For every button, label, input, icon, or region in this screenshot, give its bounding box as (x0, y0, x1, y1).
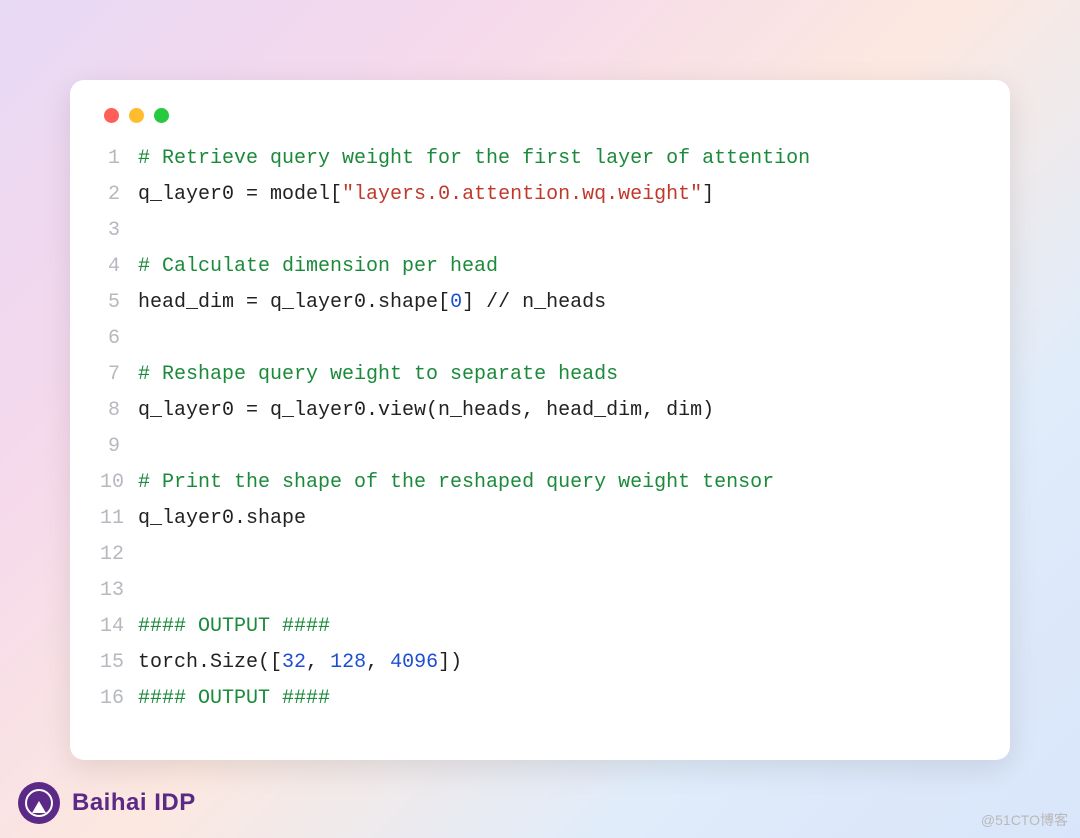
line-content: #### OUTPUT #### (138, 681, 330, 717)
token-plain: q_layer0.shape (138, 507, 306, 530)
minimize-dot-icon (129, 108, 144, 123)
line-content: q_layer0 = q_layer0.view(n_heads, head_d… (138, 393, 714, 429)
code-block: 1# Retrieve query weight for the first l… (100, 141, 980, 717)
line-number: 9 (100, 429, 138, 465)
token-plain: ] // n_heads (462, 291, 606, 314)
token-comment: # Calculate dimension per head (138, 255, 498, 278)
code-line: 10# Print the shape of the reshaped quer… (100, 465, 980, 501)
line-content: # Reshape query weight to separate heads (138, 357, 618, 393)
code-line: 9 (100, 429, 980, 465)
line-content: # Print the shape of the reshaped query … (138, 465, 774, 501)
line-number: 11 (100, 501, 138, 537)
token-num: 128 (330, 651, 366, 674)
code-line: 6 (100, 321, 980, 357)
code-line: 7# Reshape query weight to separate head… (100, 357, 980, 393)
line-number: 10 (100, 465, 138, 501)
line-number: 13 (100, 573, 138, 609)
line-number: 15 (100, 645, 138, 681)
watermark-text: @51CTO博客 (981, 810, 1068, 830)
token-plain: head_dim = q_layer0.shape[ (138, 291, 450, 314)
token-plain: , (366, 651, 390, 674)
token-comment: # Reshape query weight to separate heads (138, 363, 618, 386)
line-number: 12 (100, 537, 138, 573)
brand-logo-icon (18, 782, 60, 824)
code-line: 11q_layer0.shape (100, 501, 980, 537)
token-plain: q_layer0 = model[ (138, 183, 342, 206)
line-number: 1 (100, 141, 138, 177)
token-num: 4096 (390, 651, 438, 674)
code-line: 3 (100, 213, 980, 249)
line-number: 4 (100, 249, 138, 285)
line-number: 8 (100, 393, 138, 429)
code-line: 15torch.Size([32, 128, 4096]) (100, 645, 980, 681)
code-line: 12 (100, 537, 980, 573)
token-plain: torch.Size([ (138, 651, 282, 674)
line-number: 2 (100, 177, 138, 213)
code-line: 13 (100, 573, 980, 609)
token-num: 32 (282, 651, 306, 674)
line-number: 6 (100, 321, 138, 357)
footer: Baihai IDP (18, 782, 196, 824)
line-content: # Calculate dimension per head (138, 249, 498, 285)
token-str: "layers.0.attention.wq.weight" (342, 183, 702, 206)
zoom-dot-icon (154, 108, 169, 123)
code-card: 1# Retrieve query weight for the first l… (70, 80, 1010, 760)
code-line: 8q_layer0 = q_layer0.view(n_heads, head_… (100, 393, 980, 429)
code-line: 2q_layer0 = model["layers.0.attention.wq… (100, 177, 980, 213)
line-number: 3 (100, 213, 138, 249)
line-content: torch.Size([32, 128, 4096]) (138, 645, 462, 681)
line-number: 14 (100, 609, 138, 645)
token-plain: , (306, 651, 330, 674)
window-traffic-lights (100, 108, 980, 123)
line-number: 7 (100, 357, 138, 393)
close-dot-icon (104, 108, 119, 123)
code-line: 14#### OUTPUT #### (100, 609, 980, 645)
token-comment: #### OUTPUT #### (138, 615, 330, 638)
token-comment: #### OUTPUT #### (138, 687, 330, 710)
code-line: 1# Retrieve query weight for the first l… (100, 141, 980, 177)
line-number: 16 (100, 681, 138, 717)
token-comment: # Print the shape of the reshaped query … (138, 471, 774, 494)
code-line: 16#### OUTPUT #### (100, 681, 980, 717)
line-number: 5 (100, 285, 138, 321)
token-plain: ] (702, 183, 714, 206)
line-content: head_dim = q_layer0.shape[0] // n_heads (138, 285, 606, 321)
token-plain: q_layer0 = q_layer0.view(n_heads, head_d… (138, 399, 714, 422)
brand-name: Baihai IDP (72, 789, 196, 817)
line-content: # Retrieve query weight for the first la… (138, 141, 810, 177)
token-plain: ]) (438, 651, 462, 674)
line-content: q_layer0 = model["layers.0.attention.wq.… (138, 177, 714, 213)
line-content: #### OUTPUT #### (138, 609, 330, 645)
line-content: q_layer0.shape (138, 501, 306, 537)
token-num: 0 (450, 291, 462, 314)
code-line: 5head_dim = q_layer0.shape[0] // n_heads (100, 285, 980, 321)
token-comment: # Retrieve query weight for the first la… (138, 147, 810, 170)
code-line: 4# Calculate dimension per head (100, 249, 980, 285)
